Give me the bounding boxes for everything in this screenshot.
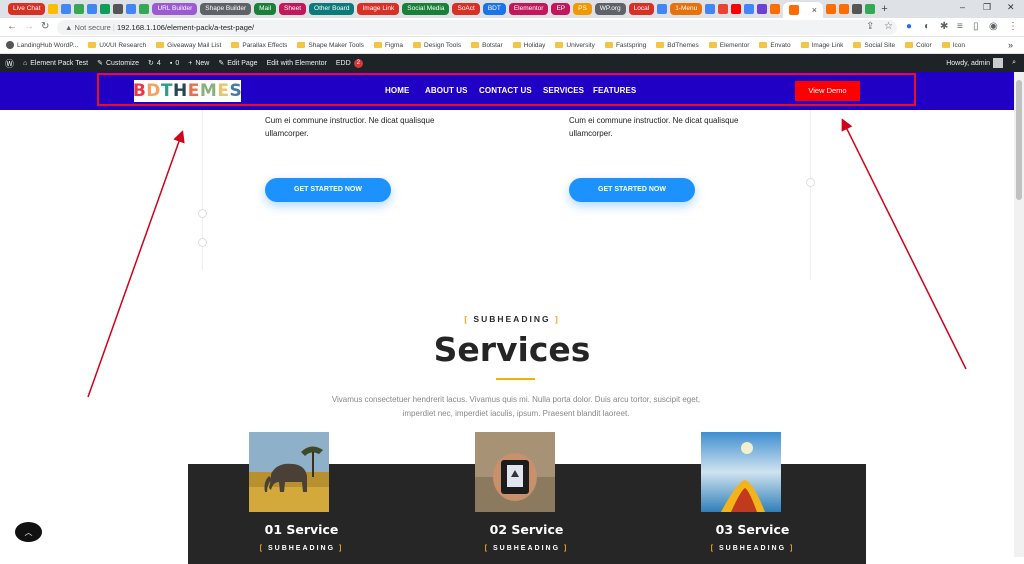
annotation-arrow-right [841,118,967,370]
annotation-arrow-left [87,130,185,398]
annotation-arrows [87,118,967,398]
